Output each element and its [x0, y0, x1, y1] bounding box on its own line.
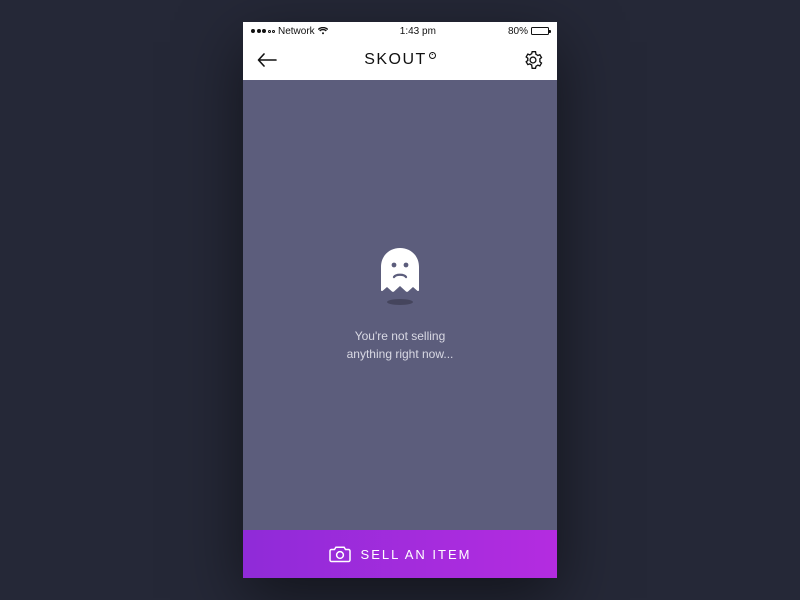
status-bar: Network 1:43 pm 80%: [243, 22, 557, 40]
sell-item-button[interactable]: SELL AN ITEM: [243, 530, 557, 578]
camera-icon: [329, 545, 351, 563]
clock: 1:43 pm: [400, 26, 436, 37]
ghost-icon: [378, 247, 422, 295]
battery-pct: 80%: [508, 26, 528, 37]
battery-icon: [531, 27, 549, 35]
sell-item-label: SELL AN ITEM: [361, 547, 472, 562]
ghost-shadow: [387, 299, 413, 305]
arrow-left-icon: [257, 53, 277, 67]
back-button[interactable]: [255, 48, 279, 72]
phone-frame: Network 1:43 pm 80% SKOUT ⋆: [243, 22, 557, 578]
carrier-label: Network: [278, 26, 315, 37]
gear-icon: [523, 50, 543, 70]
signal-dots-icon: [251, 29, 275, 33]
title-badge-icon: ⋆: [429, 52, 436, 59]
empty-line-2: anything right now...: [347, 345, 454, 363]
app-title-wrap: SKOUT ⋆: [364, 51, 436, 69]
settings-button[interactable]: [521, 48, 545, 72]
empty-state-illustration: [378, 247, 422, 305]
empty-line-1: You're not selling: [347, 327, 454, 345]
wifi-icon: [318, 27, 328, 35]
nav-header: SKOUT ⋆: [243, 40, 557, 80]
empty-state-text: You're not selling anything right now...: [347, 327, 454, 363]
app-title: SKOUT: [364, 51, 427, 69]
main-content: You're not selling anything right now...: [243, 80, 557, 530]
